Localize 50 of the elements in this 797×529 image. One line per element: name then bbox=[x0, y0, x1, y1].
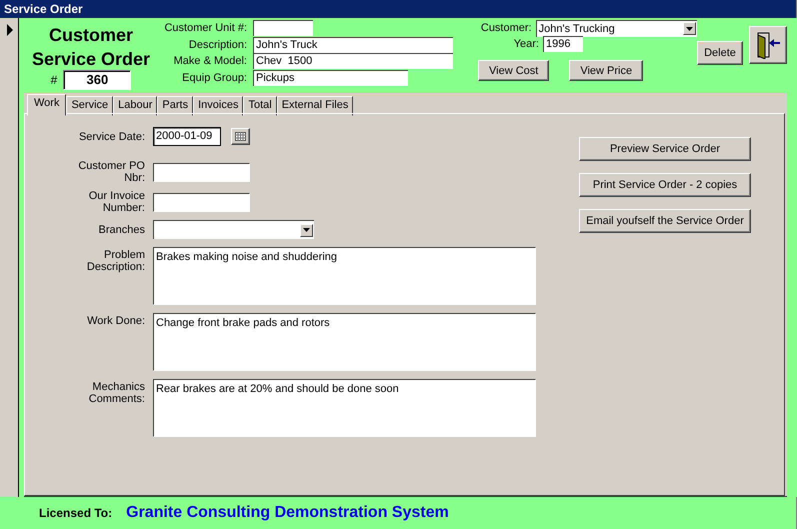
text-field[interactable]: Pickups bbox=[253, 70, 408, 86]
field-label: Mechanics Comments: bbox=[88, 381, 145, 405]
field-label: Year: bbox=[512, 38, 539, 50]
tab[interactable]: Invoices bbox=[193, 96, 244, 116]
window-title: Service Order bbox=[0, 0, 796, 18]
text-area[interactable]: Rear brakes are at 20% and should be done soon bbox=[153, 379, 536, 437]
text-field[interactable]: John's Truck bbox=[253, 36, 453, 53]
exit-door-icon bbox=[755, 31, 781, 59]
tab[interactable]: Parts bbox=[157, 96, 194, 116]
field-label: Branches bbox=[98, 224, 145, 236]
text-field[interactable]: Chev 1500 bbox=[253, 53, 453, 70]
field-label: Equip Group: bbox=[181, 72, 247, 84]
field-label: Our Invoice Number: bbox=[88, 190, 145, 214]
tab[interactable]: Labour bbox=[113, 96, 158, 116]
year-field[interactable]: 1996 bbox=[543, 36, 583, 52]
field-label: Description: bbox=[188, 38, 247, 51]
tab[interactable]: Work bbox=[27, 94, 66, 116]
text-area[interactable]: Change front brake pads and rotors bbox=[153, 313, 536, 371]
view-button[interactable]: View Cost bbox=[478, 60, 550, 81]
field-label: Make & Model: bbox=[172, 55, 247, 68]
form-title: Customer Service Order bbox=[32, 24, 150, 71]
action-button[interactable]: Email youfself the Service Order bbox=[579, 209, 751, 233]
date-field[interactable]: 2000-01-09 bbox=[153, 127, 221, 146]
tab[interactable]: Service bbox=[66, 96, 114, 116]
view-button[interactable]: View Price bbox=[569, 60, 644, 81]
licensee-name: Granite Consulting Demonstration System bbox=[126, 504, 449, 522]
customer-dropdown[interactable]: John's Trucking bbox=[536, 20, 697, 36]
order-number-field[interactable]: 360 bbox=[63, 70, 132, 90]
action-button[interactable]: Preview Service Order bbox=[579, 137, 751, 161]
tab[interactable]: Total bbox=[243, 96, 277, 116]
tab[interactable]: External Files bbox=[276, 96, 354, 116]
text-field[interactable] bbox=[153, 192, 250, 212]
calendar-button[interactable] bbox=[231, 128, 250, 145]
field-label: Problem Description: bbox=[86, 249, 145, 273]
exit-button[interactable] bbox=[749, 26, 787, 64]
license-label: Licensed To: bbox=[39, 506, 112, 520]
text-field[interactable] bbox=[153, 162, 250, 182]
field-label: Customer PO Nbr: bbox=[77, 160, 145, 184]
current-record-icon bbox=[7, 24, 13, 36]
field-label: Service Date: bbox=[78, 130, 145, 142]
field-label: # bbox=[50, 73, 58, 87]
field-label: Customer: bbox=[480, 22, 532, 34]
delete-button[interactable]: Delete bbox=[697, 41, 743, 65]
action-button[interactable]: Print Service Order - 2 copies bbox=[579, 173, 751, 197]
branch-dropdown[interactable] bbox=[153, 220, 314, 239]
text-field[interactable] bbox=[253, 20, 313, 36]
text-area[interactable]: Brakes making noise and shuddering bbox=[153, 247, 536, 305]
field-label: Customer Unit #: bbox=[163, 22, 247, 34]
field-label: Work Done: bbox=[87, 315, 145, 327]
calendar-icon bbox=[235, 132, 246, 141]
